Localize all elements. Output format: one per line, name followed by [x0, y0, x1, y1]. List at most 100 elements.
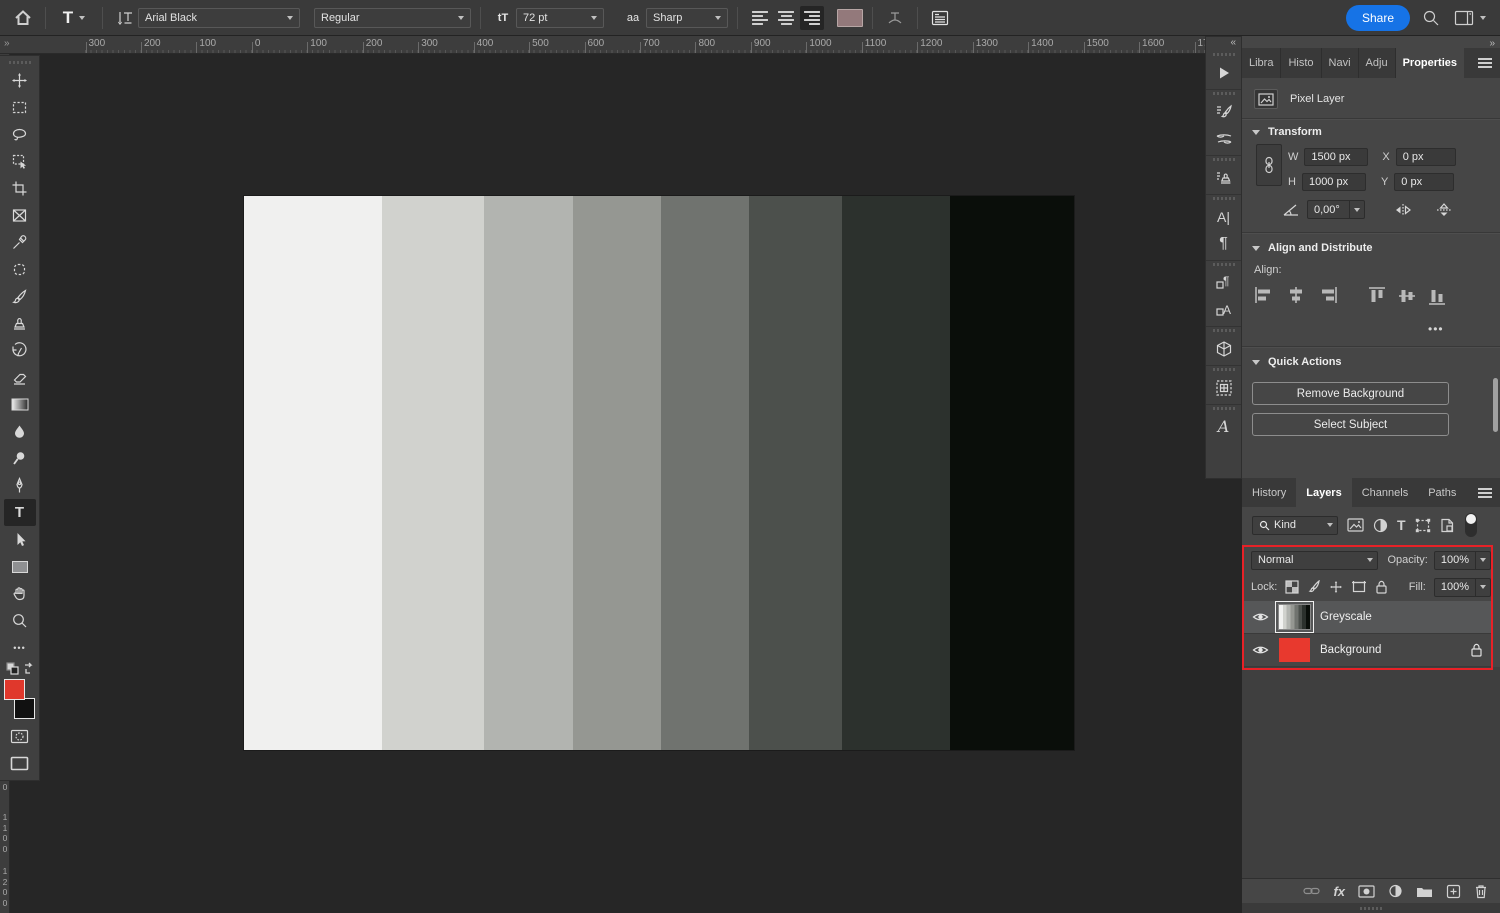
warp-text-icon[interactable] — [882, 5, 908, 31]
canvas[interactable] — [244, 196, 1074, 750]
layers-panel-menu-icon[interactable] — [1478, 478, 1500, 507]
workspace-icon[interactable] — [1450, 5, 1490, 31]
tab-layers[interactable]: Layers — [1296, 478, 1351, 507]
select-subject-button[interactable]: Select Subject — [1252, 413, 1449, 436]
panel-grip[interactable] — [1213, 92, 1235, 95]
toggle-panels-icon[interactable] — [927, 5, 953, 31]
glyphs-panel-icon[interactable]: A — [1209, 413, 1239, 440]
align-left-edges-button[interactable] — [1254, 286, 1274, 306]
rectangle-tool[interactable] — [4, 553, 36, 580]
brushes-panel-icon[interactable] — [1209, 125, 1239, 152]
align-text-left-button[interactable] — [748, 6, 772, 30]
align-more-button[interactable]: ••• — [1428, 322, 1444, 336]
collapse-panels-icon[interactable]: « — [1206, 37, 1241, 51]
horizontal-ruler[interactable]: » 30020010001002003004005006007008009001… — [0, 36, 1205, 54]
quick-actions-header[interactable]: Quick Actions — [1252, 356, 1342, 368]
height-input[interactable] — [1302, 173, 1366, 191]
search-icon[interactable] — [1418, 5, 1444, 31]
lock-image-pixels-button[interactable] — [1307, 580, 1321, 594]
text-color-swatch[interactable] — [837, 9, 863, 27]
dodge-tool[interactable] — [4, 445, 36, 472]
character-styles-panel-icon[interactable]: A — [1209, 296, 1239, 323]
panel-grip[interactable] — [1213, 263, 1235, 266]
pattern-panel-icon[interactable] — [1209, 374, 1239, 401]
text-orientation-icon[interactable] — [112, 5, 138, 31]
blend-mode-select[interactable]: Normal — [1251, 551, 1378, 570]
delete-layer-trash-icon[interactable] — [1474, 884, 1488, 899]
lasso-tool[interactable] — [4, 121, 36, 148]
tab-libraries[interactable]: Libra — [1242, 48, 1281, 78]
filter-type-layers-icon[interactable]: T — [1397, 517, 1406, 533]
quick-mask-button[interactable] — [4, 723, 36, 750]
layers-empty-area[interactable] — [1242, 667, 1500, 878]
healing-brush-tool[interactable] — [4, 256, 36, 283]
lock-transparent-pixels-button[interactable] — [1285, 580, 1299, 594]
align-horizontal-centers-button[interactable] — [1286, 286, 1306, 306]
layer-name[interactable]: Background — [1320, 644, 1460, 656]
filter-shape-layers-icon[interactable] — [1415, 518, 1431, 533]
panel-grip[interactable] — [1213, 407, 1235, 410]
layer-name[interactable]: Greyscale — [1320, 611, 1483, 623]
panel-grip[interactable] — [1213, 53, 1235, 56]
crop-tool[interactable] — [4, 175, 36, 202]
opacity-select[interactable]: 100% — [1434, 551, 1491, 570]
hand-tool[interactable] — [4, 580, 36, 607]
character-panel-icon[interactable]: A| — [1209, 203, 1239, 230]
filter-toggle[interactable] — [1465, 513, 1477, 537]
lock-position-button[interactable] — [1329, 580, 1343, 594]
tab-channels[interactable]: Channels — [1352, 478, 1418, 507]
layer-row-background[interactable]: Background — [1242, 634, 1493, 667]
y-input[interactable] — [1394, 173, 1454, 191]
align-top-edges-button[interactable] — [1368, 286, 1386, 306]
tab-navigator[interactable]: Navi — [1322, 48, 1359, 78]
toolbar-grip[interactable] — [9, 61, 31, 64]
clone-stamp-tool[interactable] — [4, 310, 36, 337]
lock-artboard-button[interactable] — [1351, 580, 1367, 594]
pen-tool[interactable] — [4, 472, 36, 499]
align-text-center-button[interactable] — [774, 6, 798, 30]
history-brush-tool[interactable] — [4, 337, 36, 364]
color-swatches[interactable] — [3, 679, 37, 719]
path-selection-tool[interactable] — [4, 526, 36, 553]
link-dimensions-button[interactable] — [1256, 144, 1282, 186]
foreground-color-swatch[interactable] — [4, 679, 25, 700]
properties-scrollbar[interactable] — [1493, 378, 1498, 432]
align-right-edges-button[interactable] — [1318, 286, 1338, 306]
layer-thumbnail-greyscale[interactable] — [1279, 605, 1310, 629]
eraser-tool[interactable] — [4, 364, 36, 391]
flip-horizontal-button[interactable] — [1394, 203, 1412, 217]
filter-pixel-layers-icon[interactable] — [1347, 518, 1364, 532]
more-tools[interactable]: ••• — [4, 634, 36, 661]
paragraph-panel-icon[interactable]: ¶ — [1209, 230, 1239, 257]
rotation-select[interactable]: 0,00° — [1307, 200, 1365, 219]
font-family-select[interactable]: Arial Black — [138, 8, 300, 28]
panel-grip[interactable] — [1213, 158, 1235, 161]
layer-row-greyscale[interactable]: Greyscale — [1242, 601, 1493, 634]
new-layer-icon[interactable] — [1446, 884, 1461, 899]
panel-grip[interactable] — [1213, 197, 1235, 200]
zoom-tool[interactable] — [4, 607, 36, 634]
type-tool-indicator[interactable]: T — [55, 5, 93, 31]
rectangular-marquee-tool[interactable] — [4, 94, 36, 121]
blur-tool[interactable] — [4, 418, 36, 445]
align-text-right-button[interactable] — [800, 6, 824, 30]
filter-adjustment-layers-icon[interactable] — [1373, 518, 1388, 533]
clone-source-panel-icon[interactable] — [1209, 164, 1239, 191]
tab-history[interactable]: Histo — [1281, 48, 1321, 78]
tab-properties[interactable]: Properties — [1396, 48, 1464, 78]
font-style-select[interactable]: Regular — [314, 8, 471, 28]
add-layer-mask-icon[interactable] — [1358, 885, 1375, 898]
layer-thumbnail-background[interactable] — [1279, 638, 1310, 662]
align-vertical-centers-button[interactable] — [1398, 286, 1416, 306]
share-button[interactable]: Share — [1346, 5, 1410, 31]
flip-vertical-button[interactable] — [1435, 202, 1453, 218]
remove-background-button[interactable]: Remove Background — [1252, 382, 1449, 405]
filter-kind-select[interactable]: Kind — [1252, 516, 1338, 535]
brush-settings-panel-icon[interactable] — [1209, 98, 1239, 125]
align-section-header[interactable]: Align and Distribute — [1252, 242, 1373, 254]
properties-panel-menu-icon[interactable] — [1478, 48, 1500, 78]
toolbar-expand-icon[interactable]: » — [4, 38, 9, 49]
x-input[interactable] — [1396, 148, 1456, 166]
pasteboard[interactable] — [10, 54, 1205, 913]
tab-adjustments[interactable]: Adju — [1359, 48, 1396, 78]
